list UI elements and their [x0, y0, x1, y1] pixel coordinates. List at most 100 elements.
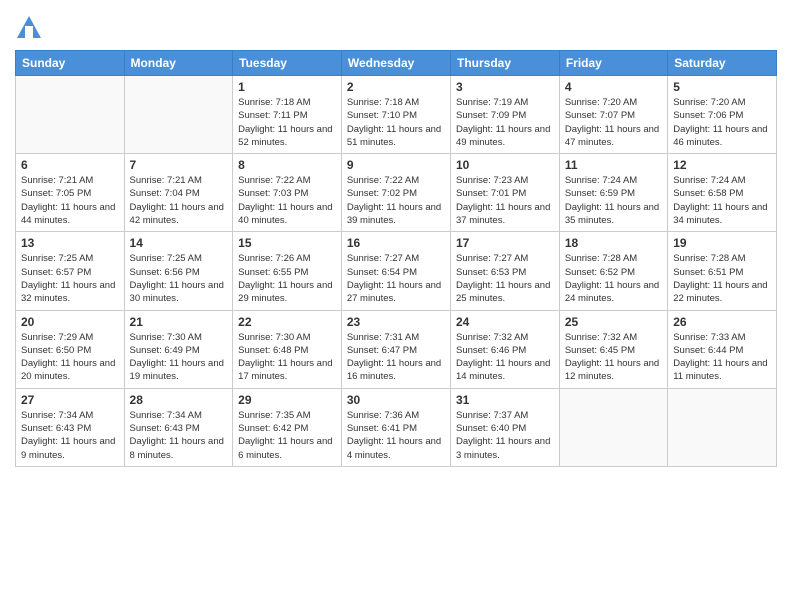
day-number: 22	[238, 315, 336, 329]
calendar-cell: 31 Sunrise: 7:37 AMSunset: 6:40 PMDayligh…	[451, 388, 560, 466]
calendar-cell	[668, 388, 777, 466]
day-number: 26	[673, 315, 771, 329]
day-of-week-header: Wednesday	[341, 51, 450, 76]
calendar-cell: 7 Sunrise: 7:21 AMSunset: 7:04 PMDaylight…	[124, 154, 233, 232]
calendar-cell: 19 Sunrise: 7:28 AMSunset: 6:51 PMDayligh…	[668, 232, 777, 310]
logo	[15, 14, 47, 42]
day-number: 16	[347, 236, 445, 250]
day-info: Sunrise: 7:22 AMSunset: 7:02 PMDaylight:…	[347, 174, 445, 227]
calendar-week-row: 20 Sunrise: 7:29 AMSunset: 6:50 PMDayligh…	[16, 310, 777, 388]
day-number: 3	[456, 80, 554, 94]
calendar-cell	[559, 388, 667, 466]
day-number: 24	[456, 315, 554, 329]
day-of-week-header: Saturday	[668, 51, 777, 76]
calendar-cell: 8 Sunrise: 7:22 AMSunset: 7:03 PMDaylight…	[233, 154, 342, 232]
calendar-cell: 29Sunrise: 7:35 AMSunset: 6:42 PMDayligh…	[233, 388, 342, 466]
day-info: Sunrise: 7:32 AMSunset: 6:46 PMDaylight:…	[456, 331, 554, 384]
day-info: Sunrise: 7:24 AMSunset: 6:59 PMDaylight:…	[565, 174, 662, 227]
day-info: Sunrise: 7:33 AMSunset: 6:44 PMDaylight:…	[673, 331, 771, 384]
day-info: Sunrise: 7:30 AMSunset: 6:48 PMDaylight:…	[238, 331, 336, 384]
day-number: 10	[456, 158, 554, 172]
calendar-cell: 23 Sunrise: 7:31 AMSunset: 6:47 PMDayligh…	[341, 310, 450, 388]
day-info: Sunrise: 7:28 AMSunset: 6:52 PMDaylight:…	[565, 252, 662, 305]
day-number: 4	[565, 80, 662, 94]
day-info: Sunrise: 7:31 AMSunset: 6:47 PMDaylight:…	[347, 331, 445, 384]
day-info: Sunrise: 7:22 AMSunset: 7:03 PMDaylight:…	[238, 174, 336, 227]
day-number: 13	[21, 236, 119, 250]
calendar-cell: 28 Sunrise: 7:34 AMSunset: 6:43 PMDayligh…	[124, 388, 233, 466]
calendar-cell: 26 Sunrise: 7:33 AMSunset: 6:44 PMDayligh…	[668, 310, 777, 388]
calendar-cell: 6 Sunrise: 7:21 AMSunset: 7:05 PMDaylight…	[16, 154, 125, 232]
day-info: Sunrise: 7:18 AMSunset: 7:11 PMDaylight:…	[238, 96, 336, 149]
calendar-cell: 2Sunrise: 7:18 AMSunset: 7:10 PMDaylight…	[341, 76, 450, 154]
day-info: Sunrise: 7:32 AMSunset: 6:45 PMDaylight:…	[565, 331, 662, 384]
day-info: Sunrise: 7:25 AMSunset: 6:57 PMDaylight:…	[21, 252, 119, 305]
calendar-cell: 11 Sunrise: 7:24 AMSunset: 6:59 PMDayligh…	[559, 154, 667, 232]
day-number: 15	[238, 236, 336, 250]
day-of-week-header: Sunday	[16, 51, 125, 76]
day-info: Sunrise: 7:28 AMSunset: 6:51 PMDaylight:…	[673, 252, 771, 305]
calendar-cell	[16, 76, 125, 154]
calendar-cell: 16 Sunrise: 7:27 AMSunset: 6:54 PMDayligh…	[341, 232, 450, 310]
calendar-cell: 27 Sunrise: 7:34 AMSunset: 6:43 PMDayligh…	[16, 388, 125, 466]
calendar-header-row: SundayMondayTuesdayWednesdayThursdayFrid…	[16, 51, 777, 76]
day-number: 19	[673, 236, 771, 250]
day-number: 17	[456, 236, 554, 250]
day-number: 27	[21, 393, 119, 407]
day-number: 29	[238, 393, 336, 407]
calendar-week-row: 6 Sunrise: 7:21 AMSunset: 7:05 PMDaylight…	[16, 154, 777, 232]
day-info: Sunrise: 7:20 AMSunset: 7:06 PMDaylight:…	[673, 96, 771, 149]
day-info: Sunrise: 7:34 AMSunset: 6:43 PMDaylight:…	[130, 409, 228, 462]
calendar-week-row: 13 Sunrise: 7:25 AMSunset: 6:57 PMDayligh…	[16, 232, 777, 310]
day-info: Sunrise: 7:37 AMSunset: 6:40 PMDaylight:…	[456, 409, 554, 462]
day-number: 7	[130, 158, 228, 172]
calendar-week-row: 1 Sunrise: 7:18 AMSunset: 7:11 PMDaylight…	[16, 76, 777, 154]
day-of-week-header: Tuesday	[233, 51, 342, 76]
day-number: 11	[565, 158, 662, 172]
calendar-cell: 25Sunrise: 7:32 AMSunset: 6:45 PMDayligh…	[559, 310, 667, 388]
day-of-week-header: Friday	[559, 51, 667, 76]
day-info: Sunrise: 7:25 AMSunset: 6:56 PMDaylight:…	[130, 252, 228, 305]
day-info: Sunrise: 7:29 AMSunset: 6:50 PMDaylight:…	[21, 331, 119, 384]
calendar-cell: 17 Sunrise: 7:27 AMSunset: 6:53 PMDayligh…	[451, 232, 560, 310]
day-number: 31	[456, 393, 554, 407]
day-number: 20	[21, 315, 119, 329]
day-info: Sunrise: 7:21 AMSunset: 7:04 PMDaylight:…	[130, 174, 228, 227]
day-number: 8	[238, 158, 336, 172]
calendar-cell: 15 Sunrise: 7:26 AMSunset: 6:55 PMDayligh…	[233, 232, 342, 310]
calendar-table: SundayMondayTuesdayWednesdayThursdayFrid…	[15, 50, 777, 467]
day-number: 18	[565, 236, 662, 250]
day-info: Sunrise: 7:18 AMSunset: 7:10 PMDaylight:…	[347, 96, 445, 149]
day-info: Sunrise: 7:20 AMSunset: 7:07 PMDaylight:…	[565, 96, 662, 149]
day-info: Sunrise: 7:30 AMSunset: 6:49 PMDaylight:…	[130, 331, 228, 384]
calendar-cell: 10Sunrise: 7:23 AMSunset: 7:01 PMDayligh…	[451, 154, 560, 232]
day-info: Sunrise: 7:24 AMSunset: 6:58 PMDaylight:…	[673, 174, 771, 227]
day-number: 9	[347, 158, 445, 172]
day-number: 14	[130, 236, 228, 250]
day-number: 5	[673, 80, 771, 94]
page: SundayMondayTuesdayWednesdayThursdayFrid…	[0, 0, 792, 612]
day-number: 1	[238, 80, 336, 94]
day-number: 30	[347, 393, 445, 407]
calendar-cell: 24 Sunrise: 7:32 AMSunset: 6:46 PMDayligh…	[451, 310, 560, 388]
day-info: Sunrise: 7:21 AMSunset: 7:05 PMDaylight:…	[21, 174, 119, 227]
day-info: Sunrise: 7:27 AMSunset: 6:54 PMDaylight:…	[347, 252, 445, 305]
day-info: Sunrise: 7:27 AMSunset: 6:53 PMDaylight:…	[456, 252, 554, 305]
calendar-week-row: 27 Sunrise: 7:34 AMSunset: 6:43 PMDayligh…	[16, 388, 777, 466]
day-number: 6	[21, 158, 119, 172]
calendar-cell: 22 Sunrise: 7:30 AMSunset: 6:48 PMDayligh…	[233, 310, 342, 388]
calendar-cell: 13 Sunrise: 7:25 AMSunset: 6:57 PMDayligh…	[16, 232, 125, 310]
calendar-cell: 12Sunrise: 7:24 AMSunset: 6:58 PMDayligh…	[668, 154, 777, 232]
calendar-cell: 21Sunrise: 7:30 AMSunset: 6:49 PMDayligh…	[124, 310, 233, 388]
day-info: Sunrise: 7:19 AMSunset: 7:09 PMDaylight:…	[456, 96, 554, 149]
calendar-cell: 3 Sunrise: 7:19 AMSunset: 7:09 PMDaylight…	[451, 76, 560, 154]
day-number: 28	[130, 393, 228, 407]
day-info: Sunrise: 7:34 AMSunset: 6:43 PMDaylight:…	[21, 409, 119, 462]
calendar-cell: 5 Sunrise: 7:20 AMSunset: 7:06 PMDaylight…	[668, 76, 777, 154]
calendar-cell: 9 Sunrise: 7:22 AMSunset: 7:02 PMDaylight…	[341, 154, 450, 232]
calendar-cell: 18 Sunrise: 7:28 AMSunset: 6:52 PMDayligh…	[559, 232, 667, 310]
calendar-cell: 1 Sunrise: 7:18 AMSunset: 7:11 PMDaylight…	[233, 76, 342, 154]
day-number: 23	[347, 315, 445, 329]
day-info: Sunrise: 7:26 AMSunset: 6:55 PMDaylight:…	[238, 252, 336, 305]
logo-icon	[15, 14, 43, 42]
